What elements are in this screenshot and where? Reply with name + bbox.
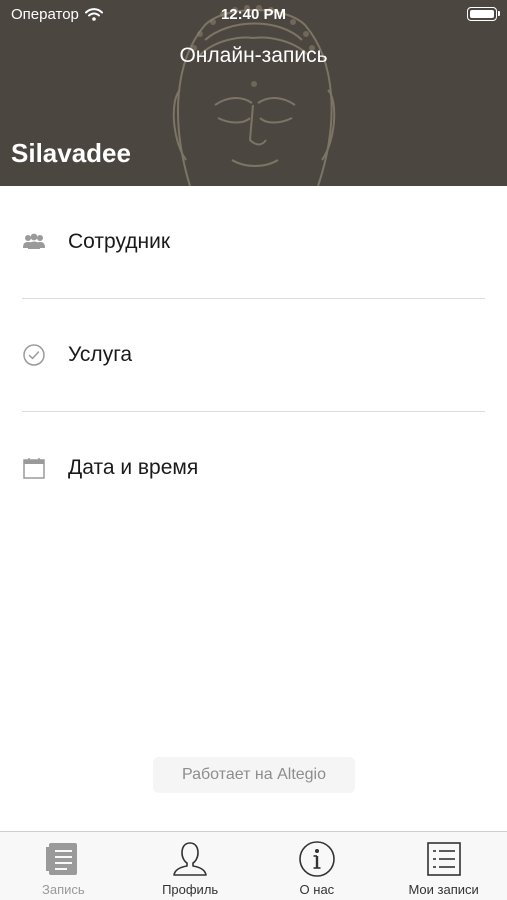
booking-screen: Оператор 12:40 PM Онлайн-запись Silavade…: [0, 0, 507, 900]
tab-profile[interactable]: Профиль: [127, 832, 254, 900]
list-icon: [424, 839, 464, 879]
menu-item-staff-label: Сотрудник: [68, 230, 171, 253]
tab-booking-label: Запись: [42, 882, 85, 897]
staff-icon: [22, 230, 46, 254]
status-time: 12:40 PM: [220, 6, 287, 23]
page-title: Онлайн-запись: [179, 44, 328, 67]
menu-item-service-label: Услуга: [68, 343, 133, 366]
menu-item-datetime[interactable]: Дата и время: [0, 412, 507, 524]
battery-icon: [467, 7, 500, 21]
tab-about-label: О нас: [299, 882, 335, 897]
company-name: Silavadee: [11, 138, 131, 168]
tab-my-bookings-label: Мои записи: [408, 882, 479, 897]
menu-item-service[interactable]: Услуга: [0, 299, 507, 411]
powered-by-badge[interactable]: Работает на Altegio: [153, 757, 355, 793]
booking-menu: Сотрудник Услуга Дата и время: [0, 186, 507, 524]
check-circle-icon: [22, 343, 46, 367]
menu-item-staff[interactable]: Сотрудник: [0, 186, 507, 298]
tab-bar: Запись Профиль О нас Мои записи: [0, 831, 507, 900]
profile-icon: [170, 839, 210, 879]
header: Оператор 12:40 PM Онлайн-запись Silavade…: [0, 0, 507, 186]
tab-booking[interactable]: Запись: [0, 832, 127, 900]
tab-my-bookings[interactable]: Мои записи: [380, 832, 507, 900]
tab-profile-label: Профиль: [162, 882, 219, 897]
tab-about[interactable]: О нас: [254, 832, 381, 900]
menu-item-datetime-label: Дата и время: [68, 456, 199, 479]
calendar-icon: [22, 456, 46, 480]
info-icon: [297, 839, 337, 879]
booking-icon: [43, 839, 83, 879]
status-bar: Оператор 12:40 PM: [0, 0, 507, 30]
